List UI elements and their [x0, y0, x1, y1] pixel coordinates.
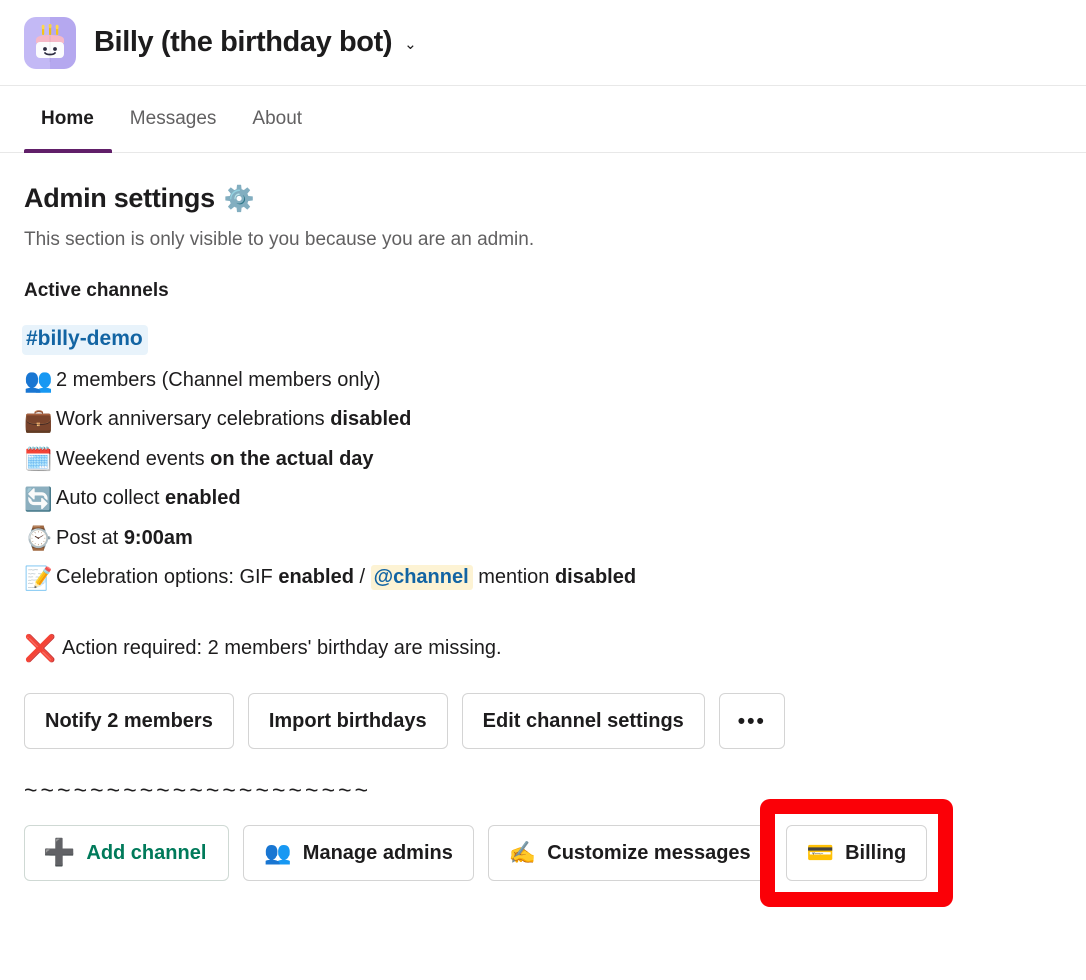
admin-visibility-note: This section is only visible to you beca… [24, 229, 535, 251]
more-options-button[interactable]: ••• [718, 693, 785, 750]
channel-actions-row: Notify 2 members Import birthdays Edit c… [24, 693, 1062, 750]
billing-label: Billing [845, 842, 907, 865]
page-title: Billy (the birthday bot) [94, 26, 393, 58]
tab-home[interactable]: Home [24, 86, 112, 153]
settings-label: / [353, 566, 371, 589]
settings-label: Work anniversary celebrations [56, 408, 331, 431]
settings-label: Auto collect [56, 487, 165, 510]
customize-messages-button[interactable]: ✍️ Customize messages [487, 825, 772, 882]
cross-mark-icon: ❌ [24, 632, 57, 663]
settings-value: enabled [164, 487, 241, 510]
section-divider: ~~~~~~~~~~~~~~~~~~~~~ [24, 777, 372, 804]
main-content: Admin settings ⚙️ This section is only v… [0, 153, 1086, 882]
edit-channel-settings-button[interactable]: Edit channel settings [461, 693, 705, 750]
settings-label: Celebration options: GIF [56, 566, 279, 589]
settings-row-text: Work anniversary celebrations disabled [56, 400, 411, 440]
add-channel-label: Add channel [86, 842, 207, 865]
settings-value: disabled [554, 566, 637, 589]
settings-label: 2 members (Channel members only) [56, 368, 381, 391]
tab-bar: Home Messages About [0, 86, 1086, 153]
channel-settings-list: 👥 2 members (Channel members only) 💼 Work a… [24, 361, 1062, 598]
admin-settings-heading-text: Admin settings [24, 183, 215, 213]
settings-row: 💼 Work anniversary celebrations disabled [24, 400, 1062, 440]
credit-card-icon: 💳 [806, 840, 835, 866]
channel-link-billy-demo[interactable]: #billy-demo [22, 324, 148, 355]
spiral-calendar-icon: 🗓️ [24, 446, 53, 473]
settings-row: 👥 2 members (Channel members only) [24, 361, 1062, 401]
settings-label: mention [472, 566, 555, 589]
settings-row-text: Celebration options: GIF enabled / @chan… [56, 558, 636, 598]
settings-label: Weekend events [56, 447, 211, 470]
settings-row: 🔄 Auto collect enabled [24, 479, 1062, 519]
settings-value: disabled [330, 408, 412, 431]
chevron-down-icon[interactable]: ⌄ [404, 37, 417, 52]
settings-row-text: Weekend events on the actual day [56, 440, 374, 480]
tab-about[interactable]: About [234, 86, 320, 152]
busts-in-silhouette-icon: 👥 [264, 840, 292, 866]
watch-icon: ⌚ [24, 525, 53, 552]
settings-row-text: Post at 9:00am [56, 519, 193, 559]
settings-value: on the actual day [210, 447, 374, 470]
tab-messages[interactable]: Messages [112, 86, 235, 152]
briefcase-icon: 💼 [24, 406, 53, 433]
manage-admins-label: Manage admins [302, 842, 453, 865]
settings-value: enabled [278, 566, 354, 589]
plus-icon: ➕ [43, 837, 76, 868]
arrows-counterclockwise-icon: 🔄 [24, 485, 53, 512]
settings-row-text: Auto collect enabled [56, 479, 241, 519]
writing-hand-icon: ✍️ [508, 840, 537, 866]
manage-admins-button[interactable]: 👥 Manage admins [243, 825, 474, 882]
add-channel-button[interactable]: ➕ Add channel [24, 825, 230, 882]
settings-row-text: 2 members (Channel members only) [56, 361, 381, 401]
settings-row: ⌚ Post at 9:00am [24, 519, 1062, 559]
import-birthdays-button[interactable]: Import birthdays [247, 693, 448, 750]
notify-members-button[interactable]: Notify 2 members [24, 693, 234, 750]
global-actions-row: ➕ Add channel 👥 Manage admins ✍️ Customi… [24, 825, 1062, 882]
active-channels-heading: Active channels [24, 279, 169, 301]
busts-in-silhouette-icon: 👥 [24, 367, 53, 394]
admin-settings-heading: Admin settings ⚙️ [24, 183, 1062, 214]
action-required-text: Action required: 2 members' birthday are… [62, 637, 502, 660]
channel-mention-token[interactable]: @channel [370, 565, 473, 591]
action-required-notice: ❌ Action required: 2 members' birthday a… [24, 633, 1062, 664]
settings-label: Post at [56, 526, 124, 549]
customize-messages-label: Customize messages [547, 842, 751, 865]
settings-row: 📝 Celebration options: GIF enabled / @cha… [24, 558, 1062, 598]
birthday-cake-icon [24, 16, 76, 69]
settings-row: 🗓️ Weekend events on the actual day [24, 440, 1062, 480]
gear-icon: ⚙️ [223, 185, 255, 213]
memo-icon: 📝 [24, 564, 53, 591]
app-header: Billy (the birthday bot) ⌄ [0, 0, 1086, 86]
settings-value: 9:00am [123, 526, 193, 549]
billing-button[interactable]: 💳 Billing [785, 825, 928, 882]
